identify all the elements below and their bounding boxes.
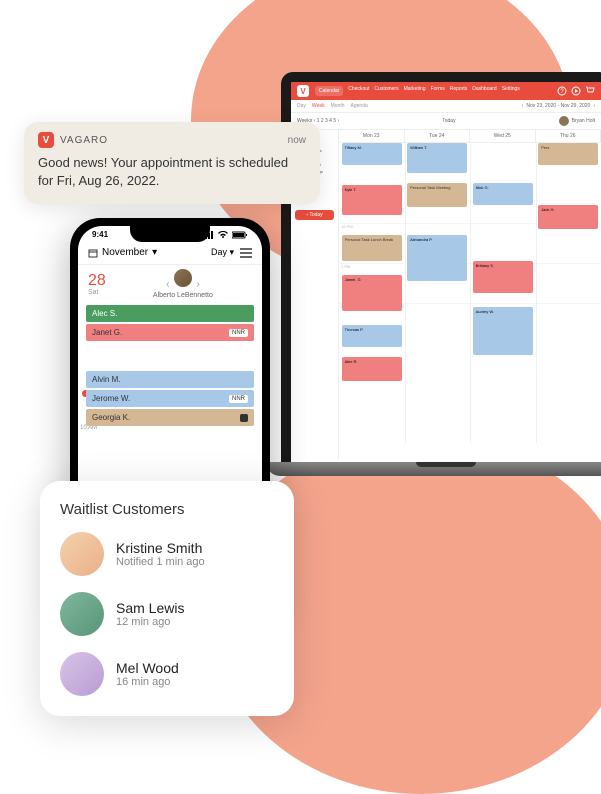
view-agenda[interactable]: Agenda: [351, 103, 368, 109]
status-time: 9:41: [92, 230, 108, 239]
play-icon[interactable]: [571, 86, 581, 96]
date-range[interactable]: ‹ Nov 23, 2020 - Nov 29, 2020 ›: [522, 103, 595, 109]
appointment-item[interactable]: Janet G.NNR: [86, 324, 254, 341]
calendar-event[interactable]: Audrey W.: [473, 307, 533, 355]
view-month[interactable]: Month: [331, 103, 345, 109]
calendar-event[interactable]: William T.: [407, 143, 467, 173]
calendar-event[interactable]: Alex R.: [342, 357, 402, 381]
day-header[interactable]: Wed 25: [470, 130, 536, 142]
waitlist-item[interactable]: Kristine Smith Notified 1 min ago: [60, 532, 274, 576]
chevron-right-icon[interactable]: ›: [593, 103, 595, 109]
waitlist-item[interactable]: Mel Wood 16 min ago: [60, 652, 274, 696]
today-button[interactable]: ‹ Today: [295, 210, 334, 220]
nav-reports[interactable]: Reports: [450, 86, 468, 96]
view-day[interactable]: Day: [297, 103, 306, 109]
customer-status: 16 min ago: [116, 676, 179, 688]
chevron-left-icon[interactable]: ‹: [522, 103, 524, 109]
customer-status: 12 min ago: [116, 616, 184, 628]
battery-icon: [232, 231, 248, 239]
cart-icon[interactable]: [585, 86, 595, 96]
chevron-down-icon: ▾: [152, 247, 157, 258]
calendar-event[interactable]: Thomas P.: [342, 325, 402, 347]
calendar-event[interactable]: Pers: [538, 143, 598, 165]
chevron-right-icon[interactable]: ›: [196, 279, 199, 290]
vagaro-logo-icon: V: [38, 132, 54, 148]
notification-card[interactable]: V VAGARO now Good news! Your appointment…: [24, 122, 320, 204]
phone-notch: [130, 226, 210, 242]
customer-status: Notified 1 min ago: [116, 556, 205, 568]
calendar-event[interactable]: Tiffany M.: [342, 143, 402, 165]
avatar[interactable]: [174, 269, 192, 287]
appointment-item[interactable]: Alvin M.: [86, 371, 254, 388]
appointment-item[interactable]: Georgia K.: [86, 409, 254, 426]
current-date: 28: [88, 273, 106, 289]
main-nav: Calendar Checkout Customers Marketing Fo…: [315, 86, 551, 96]
appointment-item[interactable]: Alec S.: [86, 305, 254, 322]
calendar-event[interactable]: Nick G.: [473, 183, 533, 205]
calendar-event[interactable]: Personal Task Meeting: [407, 183, 467, 207]
waitlist-item[interactable]: Sam Lewis 12 min ago: [60, 592, 274, 636]
app-logo-icon[interactable]: V: [297, 85, 309, 97]
calendar-event[interactable]: Kyle T.: [342, 185, 402, 215]
nav-checkout[interactable]: Checkout: [348, 86, 369, 96]
customer-name: Kristine Smith: [116, 540, 205, 556]
waitlist-card: Waitlist Customers Kristine Smith Notifi…: [40, 481, 294, 716]
day-header[interactable]: Thu 26: [536, 130, 601, 142]
calendar-event[interactable]: Brittany S.: [473, 261, 533, 293]
calendar-event[interactable]: Alexandra P.: [407, 235, 467, 281]
calendar-icon: [88, 248, 98, 258]
nav-calendar[interactable]: Calendar: [315, 86, 343, 96]
view-week[interactable]: Week: [312, 103, 325, 109]
nav-forms[interactable]: Forms: [431, 86, 445, 96]
avatar: [60, 652, 104, 696]
nav-customers[interactable]: Customers: [374, 86, 398, 96]
customer-name: Mel Wood: [116, 660, 179, 676]
view-selector[interactable]: Day ▾: [211, 247, 234, 258]
help-icon[interactable]: ?: [557, 86, 567, 96]
chevron-left-icon[interactable]: ‹: [166, 279, 169, 290]
laptop-base: [266, 462, 601, 476]
nav-settings[interactable]: Settings: [502, 86, 520, 96]
waitlist-title: Waitlist Customers: [60, 501, 274, 518]
nav-dashboard[interactable]: Dashboard: [472, 86, 496, 96]
avatar-icon: [559, 116, 569, 126]
appointment-item[interactable]: Jerome W.NNR: [86, 390, 254, 407]
calendar-event[interactable]: Jack H.: [538, 205, 598, 229]
customer-name: Sam Lewis: [116, 600, 184, 616]
notification-body: Good news! Your appointment is scheduled…: [38, 154, 306, 190]
menu-icon[interactable]: [240, 248, 252, 258]
user-chip[interactable]: Bryan Holt: [559, 116, 595, 126]
wifi-icon: [217, 231, 229, 239]
calendar-grid[interactable]: Mon 23 Tue 24 Wed 25 Thu 26 12 PM 1 PM 2…: [339, 130, 601, 460]
calendar-event[interactable]: Jamel. G: [342, 275, 402, 311]
calendar-event[interactable]: Personal Task Lunch Break: [342, 235, 402, 261]
nav-marketing[interactable]: Marketing: [404, 86, 426, 96]
today-link[interactable]: Today: [442, 118, 455, 124]
month-selector[interactable]: November ▾: [88, 247, 157, 258]
notification-brand: VAGARO: [60, 135, 108, 146]
avatar: [60, 592, 104, 636]
notification-time: now: [288, 135, 306, 146]
day-header[interactable]: Tue 24: [405, 130, 471, 142]
user-name: Alberto LeBennetto: [114, 292, 252, 299]
notification-header: V VAGARO now: [38, 132, 306, 148]
day-header[interactable]: Mon 23: [339, 130, 405, 142]
avatar: [60, 532, 104, 576]
current-day: Sat: [88, 289, 106, 296]
app-topbar: V Calendar Checkout Customers Marketing …: [291, 82, 601, 100]
laptop-device: V Calendar Checkout Customers Marketing …: [281, 72, 601, 512]
